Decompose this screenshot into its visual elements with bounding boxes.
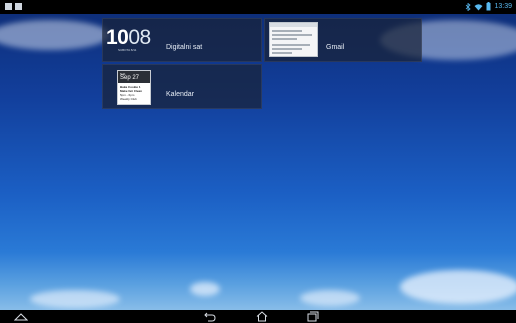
cloud (300, 290, 360, 306)
cloud (400, 270, 516, 304)
image-icon (5, 3, 12, 10)
cloud (30, 290, 120, 308)
collapse-icon[interactable] (14, 313, 28, 321)
status-time: 13:39 (494, 3, 512, 10)
navigation-bar (0, 310, 516, 323)
gallery-icon (15, 3, 22, 10)
back-icon[interactable] (204, 311, 216, 322)
recent-apps-icon[interactable] (307, 311, 319, 322)
clock-date: SUBOTA 8/11 (118, 48, 137, 52)
calendar-preview-thumbnail: Sub Sep 27 Baka Cookie 1 Make fair Clean… (117, 70, 151, 105)
clock-widget-label: Digitalni sat (166, 44, 203, 51)
calendar-event: Weekly Club (120, 97, 137, 101)
clock-hours: 10 (106, 26, 129, 49)
clock-minutes: 08 (128, 26, 151, 49)
calendar-day: Sep 27 (120, 75, 140, 81)
cloud (190, 282, 220, 296)
home-icon[interactable] (256, 311, 268, 322)
battery-icon (486, 2, 491, 11)
cloud (0, 20, 110, 50)
status-bar: 13:39 (0, 0, 516, 14)
gmail-preview-thumbnail (269, 22, 318, 57)
clock-time: 1008 (106, 27, 151, 48)
bluetooth-icon (466, 2, 472, 11)
wifi-icon (474, 3, 483, 10)
calendar-widget-label: Kalendar (166, 91, 195, 98)
gmail-widget-label: Gmail (326, 44, 345, 51)
